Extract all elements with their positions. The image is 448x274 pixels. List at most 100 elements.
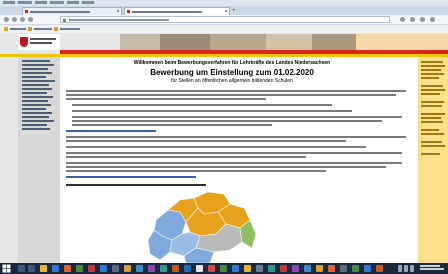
menu-item[interactable] — [35, 1, 47, 4]
taskbar-app-icon[interactable] — [112, 265, 119, 272]
body-text-line — [66, 166, 386, 168]
sidebar-item[interactable] — [22, 112, 52, 114]
taskbar-app-icon[interactable] — [148, 265, 155, 272]
info-text-line — [421, 133, 444, 135]
coat-of-arms-icon — [20, 37, 28, 47]
clock-date — [420, 268, 444, 270]
header-side-panel — [356, 34, 448, 50]
file-explorer-icon[interactable] — [40, 265, 47, 272]
info-text-line — [421, 105, 442, 107]
sidebar-item[interactable] — [22, 64, 54, 66]
task-view-icon[interactable] — [28, 265, 35, 272]
sidebar-item[interactable] — [22, 80, 55, 82]
body-link[interactable] — [66, 176, 196, 178]
address-bar[interactable] — [60, 16, 390, 23]
taskbar-app-icon[interactable] — [52, 265, 59, 272]
windows-start-icon[interactable] — [2, 264, 11, 273]
close-icon[interactable] — [117, 10, 119, 12]
sidebar-item[interactable] — [22, 100, 48, 102]
body-text-line — [66, 94, 396, 96]
menu-item[interactable] — [50, 1, 64, 4]
body-text-line — [66, 90, 406, 92]
taskbar-app-icon[interactable] — [244, 265, 251, 272]
bookmark-star-icon[interactable] — [400, 17, 405, 22]
volume-icon[interactable] — [404, 265, 408, 272]
folder-icon — [4, 27, 8, 31]
forward-icon[interactable] — [12, 17, 17, 22]
new-tab-button[interactable]: + — [232, 8, 238, 14]
body-text-line — [66, 156, 306, 158]
header-photo — [266, 34, 312, 50]
taskbar-clock[interactable] — [420, 265, 444, 272]
sidebar-item[interactable] — [22, 104, 51, 106]
taskbar-app-icon[interactable] — [280, 265, 287, 272]
tab-favicon-icon — [127, 10, 130, 13]
body-link[interactable] — [66, 130, 156, 132]
sidebar-item[interactable] — [22, 88, 52, 90]
logo-text — [30, 38, 56, 40]
region-map[interactable] — [146, 190, 256, 263]
taskbar-app-icon[interactable] — [136, 265, 143, 272]
sidebar-item[interactable] — [22, 120, 54, 122]
taskbar-app-icon[interactable] — [256, 265, 263, 272]
sidebar-item[interactable] — [22, 60, 50, 62]
taskbar-app-icon[interactable] — [268, 265, 275, 272]
search-icon[interactable] — [18, 265, 25, 272]
bookmark-label — [10, 28, 26, 30]
reload-icon[interactable] — [20, 17, 25, 22]
taskbar-app-icon[interactable] — [364, 265, 371, 272]
sidebar-item[interactable] — [22, 72, 52, 74]
browser-tab[interactable] — [22, 7, 122, 15]
extensions-icon[interactable] — [410, 17, 415, 22]
info-text-line — [421, 141, 442, 143]
lock-icon — [63, 19, 66, 22]
menu-item[interactable] — [67, 1, 79, 4]
sidebar-item[interactable] — [22, 116, 49, 118]
taskbar-app-icon[interactable] — [220, 265, 227, 272]
user-icon[interactable] — [430, 17, 435, 22]
system-tray-icon[interactable] — [398, 265, 402, 272]
header-photo-strip — [120, 34, 356, 50]
left-navigation — [18, 57, 60, 263]
close-icon[interactable] — [225, 10, 227, 12]
info-text-line — [421, 145, 445, 147]
taskbar-app-icon[interactable] — [352, 265, 359, 272]
taskbar-app-icon[interactable] — [376, 265, 383, 272]
taskbar-app-icon[interactable] — [172, 265, 179, 272]
network-icon[interactable] — [410, 265, 414, 272]
sidebar-item[interactable] — [22, 84, 49, 86]
taskbar-app-icon[interactable] — [304, 265, 311, 272]
browser-taskbar-icon[interactable] — [64, 265, 71, 272]
body-text-line — [66, 170, 326, 172]
back-icon[interactable] — [4, 17, 9, 22]
menu-item[interactable] — [3, 1, 15, 4]
list-item — [72, 104, 332, 106]
taskbar-app-icon[interactable] — [100, 265, 107, 272]
taskbar-app-icon[interactable] — [76, 265, 83, 272]
taskbar-app-icon[interactable] — [184, 265, 191, 272]
sidebar-item[interactable] — [22, 92, 47, 94]
sidebar-item[interactable] — [22, 96, 53, 98]
taskbar-app-icon[interactable] — [340, 265, 347, 272]
taskbar-app-icon[interactable] — [328, 265, 335, 272]
browser-tab-active[interactable] — [124, 7, 230, 15]
taskbar-app-icon[interactable] — [196, 265, 203, 272]
sidebar-item[interactable] — [22, 128, 50, 130]
menu-icon[interactable] — [420, 17, 425, 22]
taskbar-app-icon[interactable] — [160, 265, 167, 272]
taskbar-app-icon[interactable] — [292, 265, 299, 272]
info-text-line — [421, 73, 444, 75]
sidebar-item[interactable] — [22, 108, 46, 110]
taskbar-app-icon[interactable] — [124, 265, 131, 272]
taskbar-app-icon[interactable] — [316, 265, 323, 272]
sidebar-item[interactable] — [22, 124, 47, 126]
taskbar-app-icon[interactable] — [88, 265, 95, 272]
sidebar-item[interactable] — [22, 68, 48, 70]
home-icon[interactable] — [28, 17, 33, 22]
menu-item[interactable] — [82, 1, 94, 4]
menu-item[interactable] — [18, 1, 32, 4]
sidebar-item[interactable] — [22, 76, 46, 78]
header-photo — [210, 34, 266, 50]
taskbar-app-icon[interactable] — [208, 265, 215, 272]
taskbar-app-icon[interactable] — [232, 265, 239, 272]
